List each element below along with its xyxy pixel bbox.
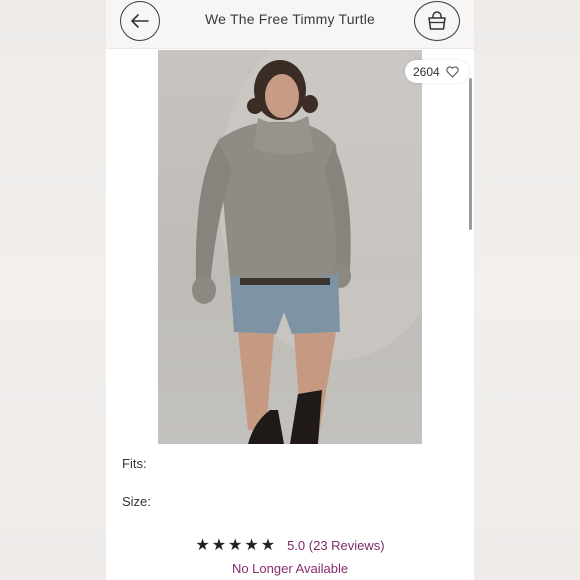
fits-label: Fits:: [122, 456, 147, 471]
arrow-left-icon: [131, 14, 149, 28]
size-label: Size:: [122, 494, 151, 509]
listing-title: We The Free Timmy Turtle: [205, 11, 375, 27]
heart-outline-icon: [446, 65, 459, 78]
like-button[interactable]: 2604: [405, 60, 469, 83]
top-navigation-bar: We The Free Timmy Turtle: [106, 0, 474, 49]
background-left: [0, 0, 106, 580]
rating-summary[interactable]: ★★★★★ 5.0 (23 Reviews): [106, 535, 474, 555]
star-rating: ★★★★★: [195, 537, 278, 554]
shopping-bag-button[interactable]: [414, 1, 460, 41]
product-photo-illustration: [192, 50, 422, 444]
product-photo[interactable]: [158, 50, 422, 444]
reviews-link[interactable]: 5.0 (23 Reviews): [287, 538, 385, 553]
shopping-bag-icon: [428, 11, 446, 30]
like-count: 2604: [413, 64, 440, 79]
scrollbar[interactable]: [469, 78, 472, 230]
app-screen: We The Free Timmy Turtle 2604 Fits: Size…: [106, 0, 474, 580]
background-right: [474, 0, 580, 580]
back-button[interactable]: [120, 1, 160, 41]
availability-status: No Longer Available: [231, 561, 349, 576]
